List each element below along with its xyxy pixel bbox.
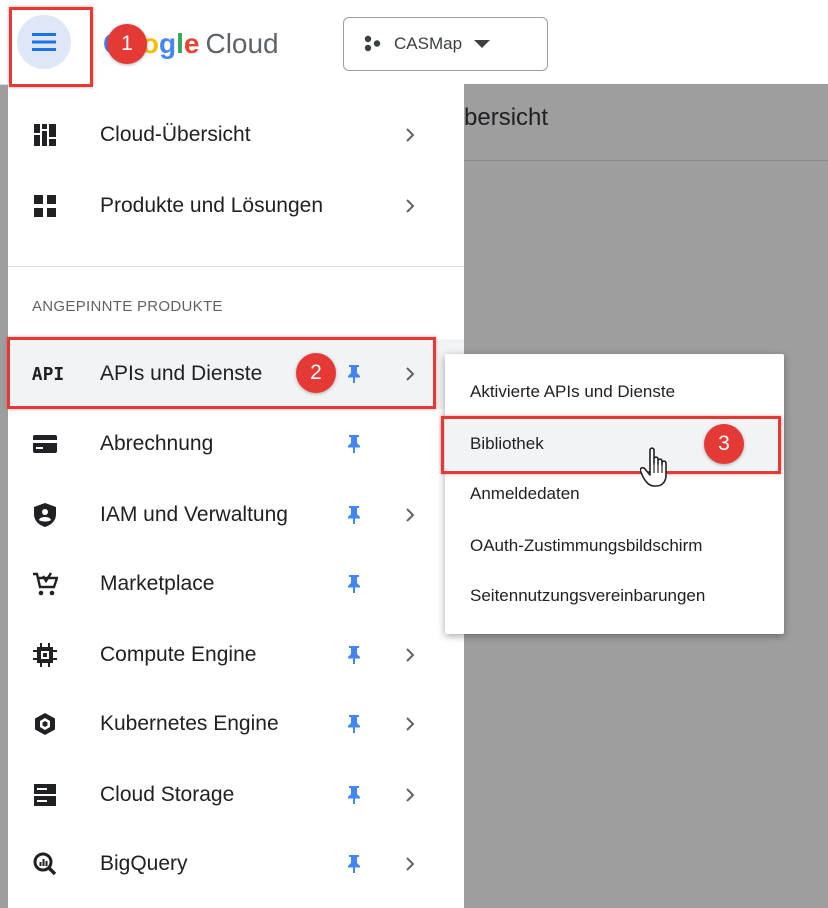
step-badge-2: 2 — [296, 353, 336, 393]
nav-item-label: Kubernetes Engine — [100, 712, 279, 735]
nav-item-cloud-storage[interactable]: Cloud Storage — [8, 760, 464, 830]
hexagon-icon — [32, 711, 58, 737]
nav-item-iam[interactable]: IAM und Verwaltung — [8, 480, 464, 550]
pin-icon[interactable] — [346, 785, 362, 805]
nav-divider — [8, 266, 464, 267]
highlight-menu-button — [9, 7, 93, 87]
chevron-right-icon — [406, 508, 415, 522]
navigation-menu: Cloud-Übersicht Produkte und Lösungen AN… — [8, 84, 464, 908]
chevron-right-icon — [406, 788, 415, 802]
chevron-right-icon — [406, 857, 415, 871]
submenu-item-label: Anmeldedaten — [470, 484, 580, 503]
pin-icon[interactable] — [346, 434, 362, 454]
pin-icon[interactable] — [346, 645, 362, 665]
submenu-item-page-usage-agreements[interactable]: Seitennutzungsvereinbarungen — [445, 570, 784, 622]
logo-cloud: Cloud — [205, 28, 279, 59]
shield-icon — [32, 502, 58, 528]
nav-item-cloud-overview[interactable]: Cloud-Übersicht — [8, 100, 464, 170]
billing-icon — [32, 431, 58, 457]
cart-icon — [32, 571, 58, 597]
submenu-item-label: Seitennutzungsvereinbarungen — [470, 586, 706, 605]
page-title: bersicht — [464, 104, 549, 131]
highlight-apis-item — [7, 337, 436, 409]
submenu-item-credentials[interactable]: Anmeldedaten — [445, 468, 784, 520]
nav-item-billing[interactable]: Abrechnung — [8, 409, 464, 479]
pin-icon[interactable] — [346, 854, 362, 874]
pin-icon[interactable] — [346, 714, 362, 734]
nav-item-label: Cloud Storage — [100, 783, 235, 806]
nav-item-kubernetes-engine[interactable]: Kubernetes Engine — [8, 689, 464, 759]
chevron-right-icon — [406, 128, 415, 142]
nav-item-label: Marketplace — [100, 572, 215, 595]
chevron-right-icon — [406, 717, 415, 731]
nav-item-compute-engine[interactable]: Compute Engine — [8, 620, 464, 690]
chip-icon — [32, 642, 58, 668]
hand-cursor-icon — [640, 447, 667, 487]
nav-item-label: Produkte und Lösungen — [100, 194, 324, 217]
apis-submenu: Aktivierte APIs und Dienste Bibliothek A… — [445, 354, 784, 634]
chevron-down-icon — [474, 40, 491, 48]
chevron-right-icon — [406, 648, 415, 662]
submenu-item-label: OAuth-Zustimmungsbildschirm — [470, 536, 703, 555]
pinned-section-title: ANGEPINNTE PRODUKTE — [32, 298, 223, 315]
storage-icon — [32, 782, 58, 808]
project-icon — [364, 35, 381, 52]
chevron-right-icon — [406, 199, 415, 213]
page-divider — [464, 160, 828, 161]
dashboard-icon — [32, 122, 58, 148]
project-name: CASMap — [394, 34, 463, 53]
step-badge-1: 1 — [107, 24, 147, 64]
submenu-item-oauth-consent[interactable]: OAuth-Zustimmungsbildschirm — [445, 520, 784, 572]
step-badge-3: 3 — [704, 424, 744, 464]
submenu-item-enabled-apis[interactable]: Aktivierte APIs und Dienste — [445, 366, 784, 418]
pin-icon[interactable] — [346, 505, 362, 525]
nav-item-label: IAM und Verwaltung — [100, 503, 288, 526]
nav-item-products[interactable]: Produkte und Lösungen — [8, 171, 464, 241]
search-chart-icon — [32, 851, 58, 877]
nav-item-label: BigQuery — [100, 852, 188, 875]
nav-item-label: Compute Engine — [100, 643, 257, 666]
nav-item-label: Cloud-Übersicht — [100, 123, 251, 146]
nav-item-label: Abrechnung — [100, 432, 214, 455]
nav-item-bigquery[interactable]: BigQuery — [8, 829, 464, 899]
grid-icon — [32, 193, 58, 219]
nav-item-marketplace[interactable]: Marketplace — [8, 549, 464, 619]
pin-icon[interactable] — [346, 574, 362, 594]
submenu-item-label: Aktivierte APIs und Dienste — [470, 382, 676, 401]
project-selector[interactable]: CASMap — [343, 17, 548, 71]
